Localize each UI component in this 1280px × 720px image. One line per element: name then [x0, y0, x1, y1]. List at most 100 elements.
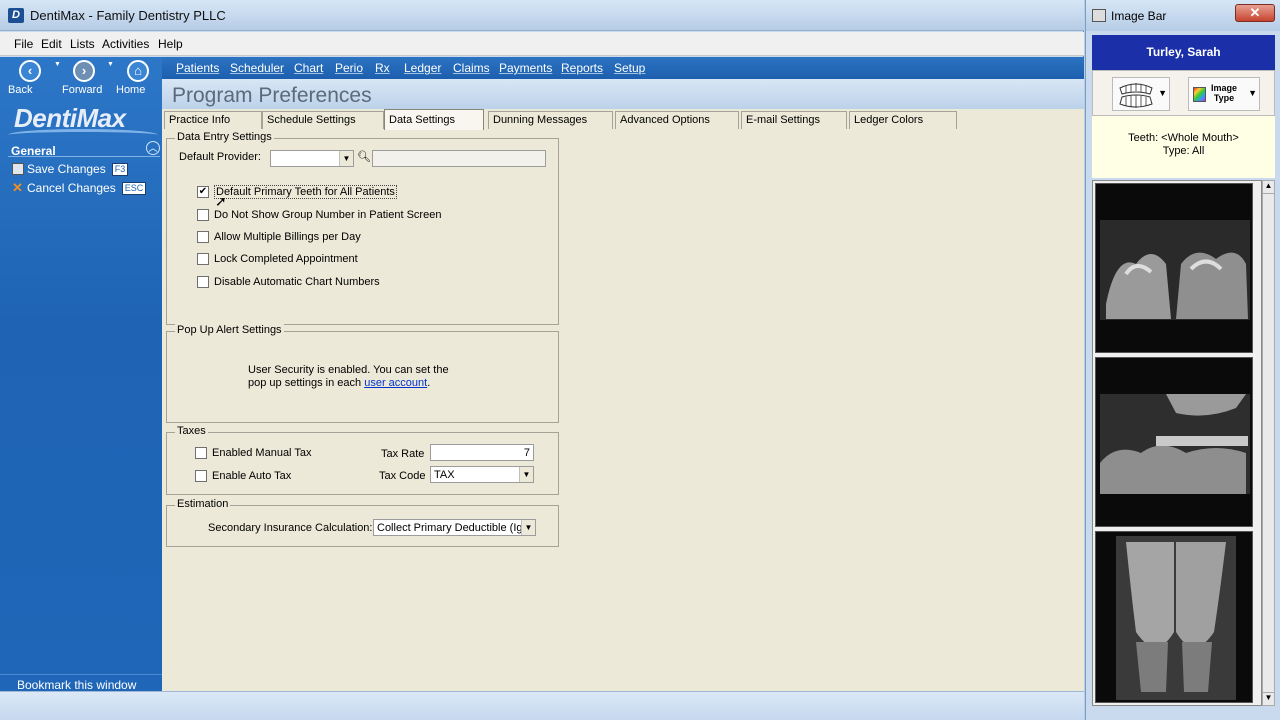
- checkbox-box[interactable]: [197, 253, 209, 265]
- chevron-down-icon: ▼: [1248, 88, 1257, 98]
- tab-data-settings[interactable]: Data Settings: [384, 109, 484, 130]
- tax-rate-input[interactable]: 7: [430, 444, 534, 461]
- status-bar: [0, 691, 1084, 720]
- image-bar-toolbar: ▼ Image Type ▼: [1092, 70, 1275, 116]
- menu-file[interactable]: File: [14, 37, 33, 51]
- checkbox-lock-completed-appointment[interactable]: Lock Completed Appointment: [197, 253, 358, 265]
- chevron-down-icon: ▼: [1158, 88, 1167, 98]
- left-nav: ‹ Back ▼ › Forward ▼ ⌂ Home DentiMax Gen…: [0, 57, 162, 720]
- image-filter-info: Teeth: <Whole Mouth> Type: All: [1092, 116, 1275, 178]
- module-chart[interactable]: Chart: [294, 61, 323, 75]
- teeth-icon: [1119, 83, 1153, 108]
- checkbox-enabled-manual-tax[interactable]: Enabled Manual Tax: [195, 447, 311, 459]
- save-changes-button[interactable]: Save Changes F3: [12, 162, 129, 176]
- tab-practice-info[interactable]: Practice Info: [164, 111, 262, 129]
- taxes-group: Taxes Enabled Manual Tax Enable Auto Tax…: [166, 425, 559, 495]
- patient-name-header: Turley, Sarah: [1092, 35, 1275, 70]
- main-window: D DentiMax - Family Dentistry PLLC File …: [0, 0, 1084, 720]
- back-arrow-icon: ‹: [19, 60, 41, 82]
- tab-schedule-settings[interactable]: Schedule Settings: [262, 111, 384, 129]
- tax-rate-label: Tax Rate: [381, 448, 425, 460]
- popup-security-note: User Security is enabled. You can set th…: [248, 364, 449, 389]
- tab-strip: Practice Info Schedule Settings Data Set…: [162, 109, 1084, 130]
- search-icon[interactable]: 🔍︎: [356, 150, 372, 167]
- xray-image: [1096, 184, 1252, 352]
- checkbox-box[interactable]: [197, 231, 209, 243]
- data-entry-settings-group: Data Entry Settings Default Provider: ▼ …: [166, 131, 559, 325]
- menu-help[interactable]: Help: [158, 37, 183, 51]
- image-type-button[interactable]: Image Type ▼: [1188, 77, 1260, 111]
- close-icon[interactable]: ✕: [1235, 4, 1275, 22]
- title-bar[interactable]: D DentiMax - Family Dentistry PLLC: [0, 0, 1084, 31]
- chevron-down-icon[interactable]: ▼: [521, 520, 535, 535]
- module-patients[interactable]: Patients: [176, 61, 219, 75]
- tax-code-select[interactable]: TAX ▼: [430, 466, 534, 483]
- checkbox-hide-group-number[interactable]: Do Not Show Group Number in Patient Scre…: [197, 209, 441, 221]
- tab-email-settings[interactable]: E-mail Settings: [741, 111, 847, 129]
- checkbox-box[interactable]: [195, 447, 207, 459]
- content-area: Patients Scheduler Chart Perio Rx Ledger…: [162, 57, 1084, 691]
- default-provider-select[interactable]: ▼: [270, 150, 354, 167]
- app-icon: D: [8, 8, 24, 23]
- module-reports[interactable]: Reports: [561, 61, 603, 75]
- default-provider-name-field: [372, 150, 546, 167]
- scroll-up-icon[interactable]: ▲: [1263, 181, 1274, 194]
- module-ledger[interactable]: Ledger: [404, 61, 441, 75]
- scroll-down-icon[interactable]: ▼: [1263, 692, 1274, 705]
- checkbox-disable-auto-chart-numbers[interactable]: Disable Automatic Chart Numbers: [197, 276, 380, 288]
- menu-bar: File Edit Lists Activities Help: [0, 32, 1084, 56]
- module-claims[interactable]: Claims: [453, 61, 490, 75]
- collapse-icon[interactable]: ︿: [146, 141, 160, 155]
- image-bar-window: Image Bar ✕ Turley, Sarah ▼ Image Type ▼…: [1085, 0, 1280, 720]
- back-button[interactable]: ‹ Back: [8, 60, 52, 96]
- checkbox-box[interactable]: [197, 276, 209, 288]
- secondary-insurance-label: Secondary Insurance Calculation:: [208, 522, 373, 534]
- xray-thumbnail[interactable]: [1095, 531, 1253, 703]
- forward-arrow-icon: ›: [73, 60, 95, 82]
- mouse-cursor-icon: ➚: [215, 193, 227, 209]
- module-nav: Patients Scheduler Chart Perio Rx Ledger…: [162, 57, 1084, 79]
- menu-lists[interactable]: Lists: [70, 37, 95, 51]
- xray-thumbnail[interactable]: [1095, 183, 1253, 353]
- general-section-header[interactable]: General ︿: [8, 141, 160, 158]
- thumbnail-scrollbar[interactable]: ▲ ▼: [1262, 180, 1275, 706]
- cancel-x-icon: ✕: [12, 180, 23, 195]
- module-rx[interactable]: Rx: [375, 61, 390, 75]
- module-scheduler[interactable]: Scheduler: [230, 61, 284, 75]
- forward-dropdown-icon[interactable]: ▼: [107, 61, 114, 68]
- xray-thumbnail[interactable]: [1095, 357, 1253, 527]
- checkbox-multiple-billings[interactable]: Allow Multiple Billings per Day: [197, 231, 361, 243]
- back-dropdown-icon[interactable]: ▼: [54, 61, 61, 68]
- module-perio[interactable]: Perio: [335, 61, 363, 75]
- checkbox-default-primary-teeth[interactable]: ✔ Default Primary Teeth for All Patients: [197, 185, 397, 199]
- module-payments[interactable]: Payments: [499, 61, 552, 75]
- image-thumbnail-list: [1092, 180, 1262, 706]
- chevron-down-icon[interactable]: ▼: [339, 151, 353, 166]
- page-header: Program Preferences: [162, 79, 1084, 109]
- window-title: DentiMax - Family Dentistry PLLC: [30, 8, 226, 23]
- save-icon: [12, 163, 24, 175]
- tab-ledger-colors[interactable]: Ledger Colors: [849, 111, 957, 129]
- teeth-selector-button[interactable]: ▼: [1112, 77, 1170, 111]
- image-bar-title-bar[interactable]: Image Bar ✕: [1086, 0, 1280, 31]
- checkbox-box[interactable]: ✔: [197, 186, 209, 198]
- image-bar-icon: [1092, 9, 1106, 22]
- home-icon: ⌂: [127, 60, 149, 82]
- user-account-link[interactable]: user account: [364, 377, 427, 389]
- menu-edit[interactable]: Edit: [41, 37, 62, 51]
- cancel-changes-button[interactable]: ✕ Cancel Changes ESC: [12, 180, 147, 195]
- chevron-down-icon[interactable]: ▼: [519, 467, 533, 482]
- module-setup[interactable]: Setup: [614, 61, 645, 75]
- bookmark-window-link[interactable]: Bookmark this window: [0, 674, 162, 692]
- checkbox-enable-auto-tax[interactable]: Enable Auto Tax: [195, 470, 291, 482]
- secondary-insurance-select[interactable]: Collect Primary Deductible (Igr ▼: [373, 519, 536, 536]
- forward-button[interactable]: › Forward: [62, 60, 106, 96]
- dentimax-logo: DentiMax: [8, 101, 158, 143]
- checkbox-box[interactable]: [195, 470, 207, 482]
- menu-activities[interactable]: Activities: [102, 37, 149, 51]
- home-button[interactable]: ⌂ Home: [116, 60, 160, 96]
- tax-code-label: Tax Code: [379, 470, 426, 482]
- tab-dunning-messages[interactable]: Dunning Messages: [488, 111, 613, 129]
- checkbox-box[interactable]: [197, 209, 209, 221]
- tab-advanced-options[interactable]: Advanced Options: [615, 111, 739, 129]
